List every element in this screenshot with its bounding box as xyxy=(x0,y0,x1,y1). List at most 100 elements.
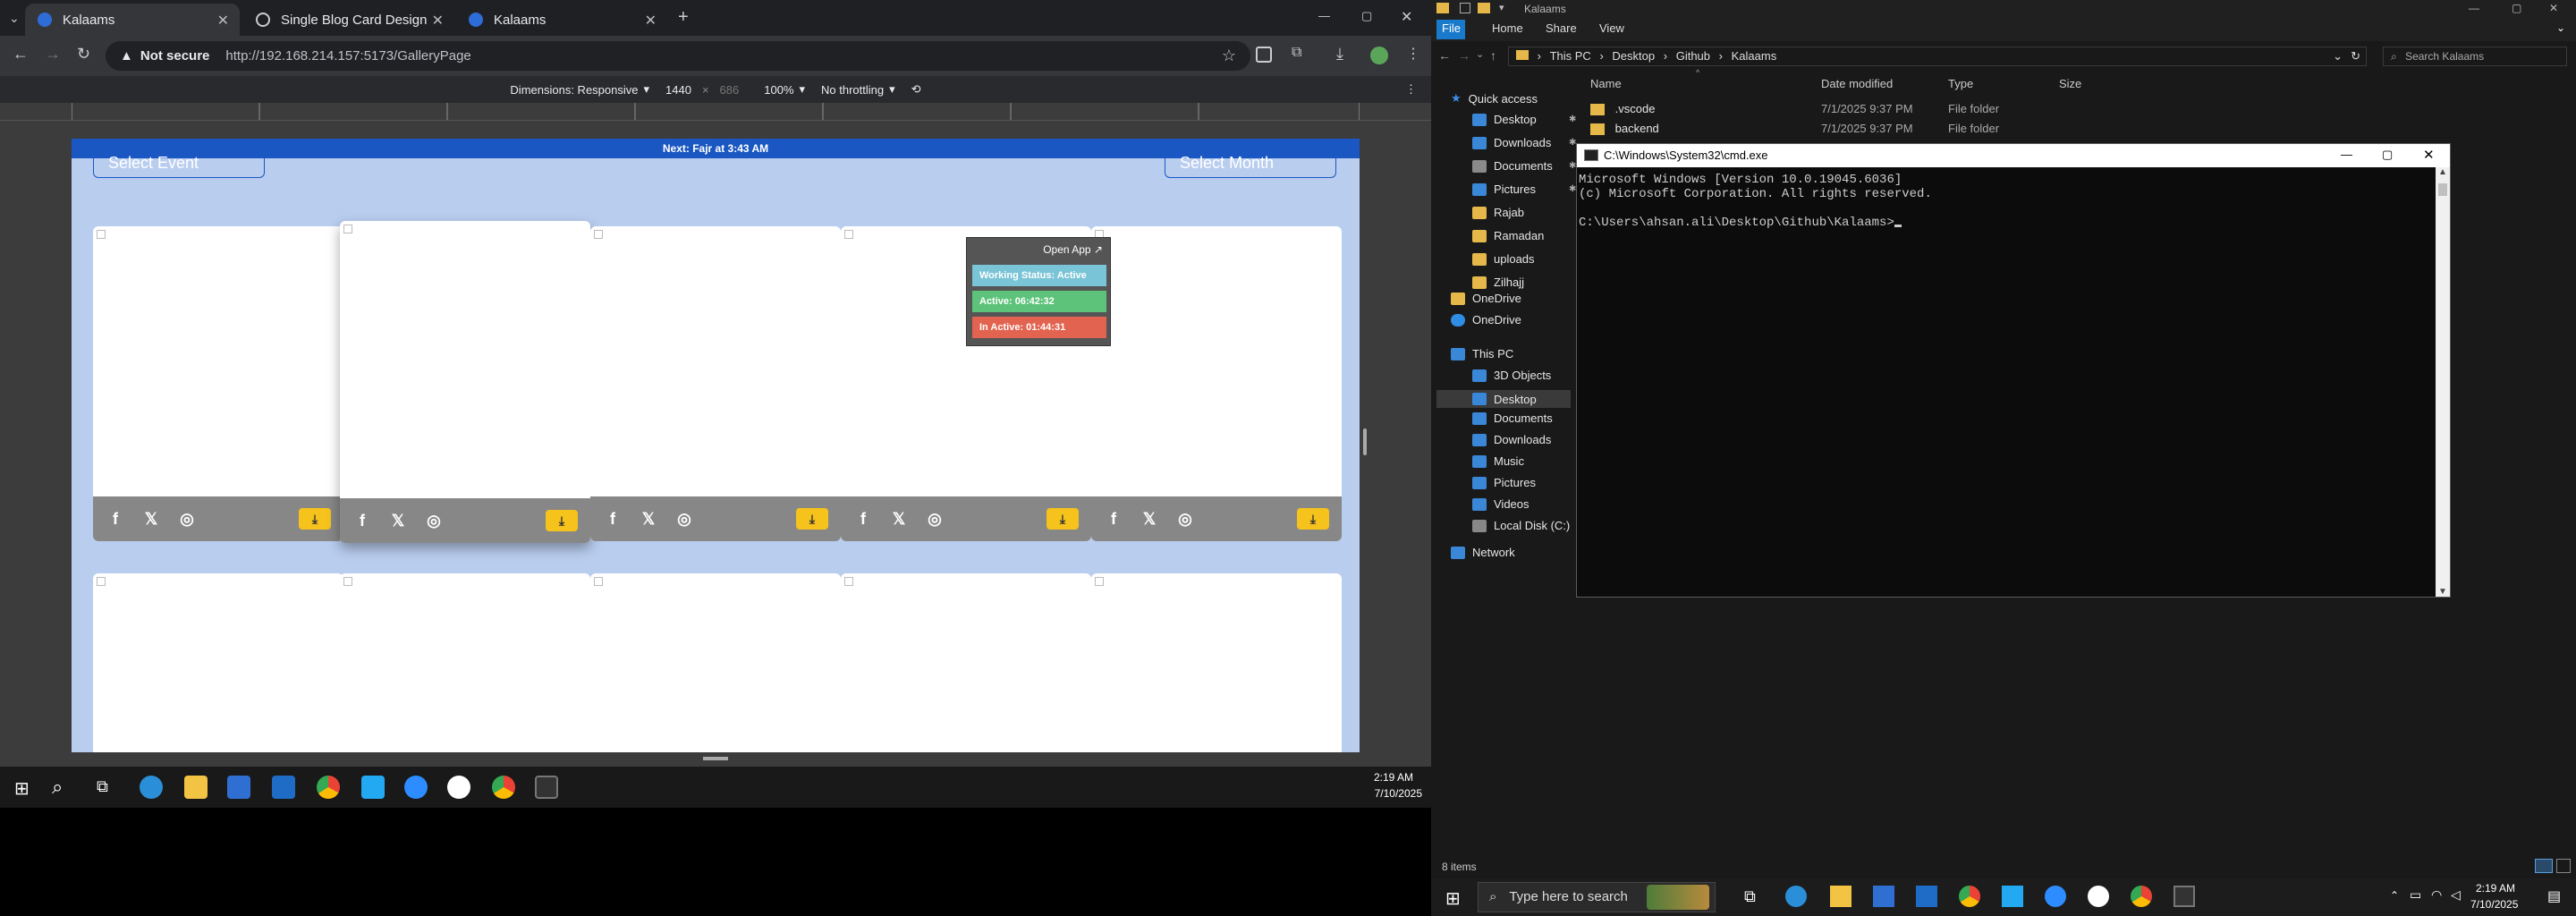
tab-blog-card[interactable]: Single Blog Card Design ✕ xyxy=(243,4,454,36)
col-type[interactable]: Type xyxy=(1948,77,1973,90)
nav-pc-item[interactable]: Videos xyxy=(1472,497,1530,511)
gallery-card[interactable] xyxy=(590,573,841,752)
new-tab-button[interactable]: + xyxy=(678,7,689,28)
forward-icon[interactable]: → xyxy=(45,45,61,64)
taskbar-search-box[interactable]: ⌕ Type here to search xyxy=(1478,882,1716,912)
properties-icon[interactable] xyxy=(1460,3,1470,13)
maximize-icon[interactable]: ▢ xyxy=(2382,148,2393,162)
outlook-icon[interactable] xyxy=(1916,886,1937,907)
facebook-icon[interactable]: f xyxy=(106,509,125,529)
back-icon[interactable]: ← xyxy=(1438,48,1451,63)
nav-this-pc[interactable]: This PC xyxy=(1451,347,1513,360)
select-month-dropdown[interactable]: Select Month xyxy=(1165,155,1336,178)
nav-pc-item[interactable]: Downloads xyxy=(1472,433,1551,446)
network-tray-icon[interactable]: ▭ xyxy=(2410,887,2421,903)
recent-dropdown-icon[interactable]: ⌄ xyxy=(1476,48,1484,60)
scroll-down-icon[interactable]: ▼ xyxy=(2438,587,2447,597)
qat-dropdown-icon[interactable]: ▾ xyxy=(1499,2,1504,13)
vscode-icon[interactable] xyxy=(2002,886,2023,907)
wifi-icon[interactable]: ◠ xyxy=(2431,887,2442,903)
x-twitter-icon[interactable]: 𝕏 xyxy=(141,509,161,529)
nav-pc-item[interactable]: Music xyxy=(1472,454,1524,468)
download-button[interactable]: ⤓ xyxy=(299,508,331,530)
download-button[interactable]: ⤓ xyxy=(546,510,578,531)
profile-avatar[interactable] xyxy=(1370,47,1388,64)
volume-icon[interactable]: ◁ xyxy=(2451,887,2461,903)
gallery-card[interactable] xyxy=(340,573,590,752)
select-event-dropdown[interactable]: Select Event xyxy=(93,155,265,178)
zoom-select[interactable]: 100% xyxy=(764,83,793,97)
nav-quick-item[interactable]: Rajab xyxy=(1472,206,1524,219)
ribbon-expand-icon[interactable]: ⌄ xyxy=(2556,21,2565,34)
new-folder-icon[interactable] xyxy=(1478,3,1490,13)
chrome-icon[interactable] xyxy=(492,776,515,799)
gallery-card[interactable] xyxy=(93,573,343,752)
nav-quick-item[interactable]: Ramadan xyxy=(1472,229,1544,242)
cmd-output[interactable]: Microsoft Windows [Version 10.0.19045.60… xyxy=(1577,167,2436,597)
tracker-icon[interactable] xyxy=(2088,886,2109,907)
edge-icon[interactable] xyxy=(1785,886,1807,907)
scroll-thumb[interactable] xyxy=(2438,183,2447,196)
terminal-icon[interactable] xyxy=(2174,886,2195,907)
crumb-desktop[interactable]: Desktop xyxy=(1612,49,1655,63)
crumb-kalaams[interactable]: Kalaams xyxy=(1732,49,1777,63)
facebook-icon[interactable]: f xyxy=(853,509,873,529)
gallery-card[interactable] xyxy=(841,573,1091,752)
chrome-icon[interactable] xyxy=(317,776,340,799)
extensions-puzzle-icon[interactable]: ⧉ xyxy=(1292,45,1301,61)
close-tab-icon[interactable]: ✕ xyxy=(645,12,657,30)
nav-network[interactable]: Network xyxy=(1451,546,1515,559)
reload-icon[interactable]: ↻ xyxy=(77,45,90,64)
vscode-icon[interactable] xyxy=(361,776,385,799)
devtools-menu-icon[interactable]: ⋮ xyxy=(1405,82,1417,97)
instagram-icon[interactable]: ◎ xyxy=(177,509,197,529)
nav-onedrive-1[interactable]: OneDrive xyxy=(1451,292,1521,305)
col-date[interactable]: Date modified xyxy=(1821,77,1893,90)
chevron-down-icon[interactable]: ⌄ xyxy=(2333,49,2343,64)
scroll-up-icon[interactable]: ▲ xyxy=(2438,167,2447,177)
large-icons-view-icon[interactable] xyxy=(2556,859,2571,873)
x-twitter-icon[interactable]: 𝕏 xyxy=(639,509,658,529)
nav-quick-item[interactable]: Pictures ✱ xyxy=(1472,182,1576,196)
extension-icon[interactable] xyxy=(1256,47,1272,63)
cmd-scrollbar[interactable]: ▲ ▼ xyxy=(2436,167,2450,597)
x-twitter-icon[interactable]: 𝕏 xyxy=(1140,509,1159,529)
nav-pc-item[interactable]: Documents xyxy=(1472,411,1553,425)
x-twitter-icon[interactable]: 𝕏 xyxy=(889,509,909,529)
address-bar[interactable]: ▲ Not secure http://192.168.214.157:5173… xyxy=(106,41,1250,71)
details-view-icon[interactable] xyxy=(2535,859,2553,873)
instagram-icon[interactable]: ◎ xyxy=(1175,509,1195,529)
minimize-icon[interactable]: — xyxy=(1318,9,1330,22)
forward-icon[interactable]: → xyxy=(1458,48,1470,63)
viewport-height[interactable]: 686 xyxy=(720,83,740,97)
file-row[interactable]: backend 7/1/2025 9:37 PM File folder xyxy=(1590,122,2127,136)
ribbon-tab-home[interactable]: Home xyxy=(1492,21,1523,35)
windows-start-icon[interactable]: ⊞ xyxy=(14,777,30,800)
col-name[interactable]: Name xyxy=(1590,77,1622,90)
tab-kalaams[interactable]: Kalaams ✕ xyxy=(25,4,240,36)
close-tab-icon[interactable]: ✕ xyxy=(217,12,229,30)
nav-pc-item[interactable]: Desktop xyxy=(1436,390,1571,408)
breadcrumb[interactable]: › This PC › Desktop › Github › Kalaams ⌄… xyxy=(1508,47,2367,66)
search-box[interactable]: ⌕ Search Kalaams xyxy=(2383,47,2567,66)
nav-onedrive-2[interactable]: OneDrive xyxy=(1451,313,1521,327)
x-twitter-icon[interactable]: 𝕏 xyxy=(388,511,408,530)
nav-quick-item[interactable]: uploads xyxy=(1472,252,1535,266)
menu-kebab-icon[interactable]: ⋮ xyxy=(1406,45,1420,63)
download-button[interactable]: ⤓ xyxy=(796,508,828,530)
download-button[interactable]: ⤓ xyxy=(1297,508,1329,530)
ribbon-tab-view[interactable]: View xyxy=(1599,21,1624,35)
file-explorer-icon[interactable] xyxy=(1830,886,1852,907)
close-icon[interactable]: ✕ xyxy=(2549,2,2558,14)
crumb-this-pc[interactable]: This PC xyxy=(1550,49,1591,63)
store-icon[interactable] xyxy=(1873,886,1894,907)
tab-search-icon[interactable]: ⌄ xyxy=(9,11,20,26)
nav-quick-item[interactable]: Documents ✱ xyxy=(1472,159,1576,173)
windows-start-icon[interactable]: ⊞ xyxy=(1445,887,1461,910)
task-view-icon[interactable]: ⧉ xyxy=(1744,887,1756,906)
tab-kalaams-2[interactable]: Kalaams ✕ xyxy=(456,4,667,36)
nav-pc-item[interactable]: 3D Objects xyxy=(1472,369,1551,382)
up-icon[interactable]: ↑ xyxy=(1490,48,1496,63)
viewport-width[interactable]: 1440 xyxy=(665,83,691,97)
open-app-link[interactable]: Open App ↗ xyxy=(1043,243,1103,256)
